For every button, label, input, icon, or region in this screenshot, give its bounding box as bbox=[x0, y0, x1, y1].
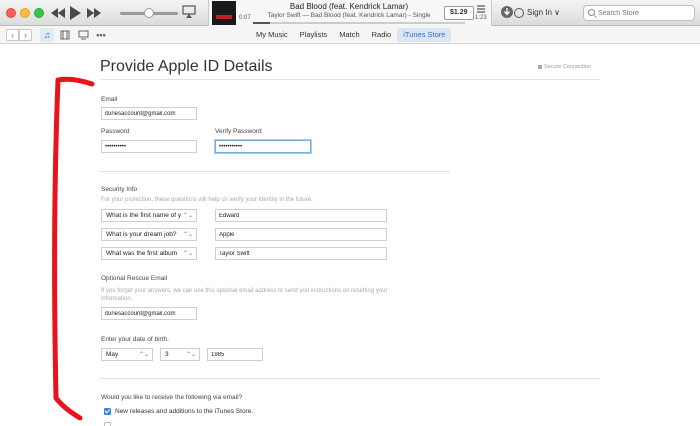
zoom-window-button[interactable] bbox=[34, 8, 44, 18]
security-question-3-select[interactable]: What was the first album ⌃⌄ bbox=[101, 247, 197, 260]
tv-shows-icon[interactable] bbox=[76, 28, 90, 42]
security-question-1-text: What is the first name of y bbox=[106, 212, 182, 219]
new-releases-label: New releases and additions to the iTunes… bbox=[115, 408, 254, 416]
new-releases-checkbox[interactable] bbox=[104, 408, 111, 415]
select-arrows-icon: ⌃⌄ bbox=[185, 352, 196, 358]
volume-knob[interactable] bbox=[144, 8, 154, 18]
song-progress-fill bbox=[253, 22, 270, 24]
divider bbox=[100, 378, 600, 379]
back-button[interactable]: ‹ bbox=[6, 29, 19, 41]
select-arrows-icon: ⌃⌄ bbox=[182, 251, 193, 257]
navigation-bar: ‹ › ♫ ••• My Music Playlists Match Radio… bbox=[0, 26, 700, 44]
tab-itunes-store[interactable]: iTunes Store bbox=[397, 28, 452, 42]
library-tabs: My Music Playlists Match Radio iTunes St… bbox=[250, 28, 452, 42]
minimize-window-button[interactable] bbox=[20, 8, 30, 18]
email-preferences-heading: Would you like to receive the following … bbox=[101, 394, 243, 401]
security-question-3-text: What was the first album bbox=[106, 250, 178, 257]
close-window-button[interactable] bbox=[6, 8, 16, 18]
rescue-email-hint: If you forget your answers, we can use t… bbox=[101, 287, 451, 303]
verify-password-label: Verify Password bbox=[215, 128, 262, 135]
dob-month-text: May bbox=[106, 351, 119, 358]
tab-match[interactable]: Match bbox=[333, 28, 365, 42]
security-question-2-select[interactable]: What is your dream job? ⌃⌄ bbox=[101, 228, 197, 241]
dob-label: Enter your date of birth. bbox=[101, 336, 169, 343]
select-arrows-icon: ⌃⌄ bbox=[182, 213, 193, 219]
fast-forward-icon[interactable] bbox=[86, 3, 102, 23]
dob-month-select[interactable]: May ⌃⌄ bbox=[101, 348, 153, 361]
store-content: Provide Apple ID Details Secure Connecti… bbox=[0, 45, 700, 426]
tab-radio[interactable]: Radio bbox=[366, 28, 398, 42]
security-info-hint: For your protection, these questions wil… bbox=[101, 197, 313, 203]
volume-slider[interactable] bbox=[120, 8, 178, 18]
rescue-email-field[interactable] bbox=[101, 307, 197, 320]
email-field[interactable] bbox=[101, 107, 197, 120]
chevron-down-icon: ∨ bbox=[554, 8, 560, 17]
rescue-hint-line-2: information. bbox=[101, 296, 133, 302]
rewind-icon[interactable] bbox=[50, 3, 66, 23]
second-email-checkbox[interactable] bbox=[104, 422, 111, 426]
page-title: Provide Apple ID Details bbox=[100, 58, 273, 75]
select-arrows-icon: ⌃⌄ bbox=[182, 232, 193, 238]
divider bbox=[100, 171, 450, 172]
divider bbox=[100, 79, 600, 80]
search-store-field[interactable] bbox=[583, 5, 695, 21]
verify-password-field[interactable] bbox=[215, 140, 311, 153]
rescue-hint-line-1: If you forget your answers, we can use t… bbox=[101, 288, 388, 294]
security-answer-2-field[interactable] bbox=[215, 228, 387, 241]
secure-connection-text: Secure Connection bbox=[544, 64, 591, 70]
player-bar: Bad Blood (feat. Kendrick Lamar) Taylor … bbox=[0, 0, 700, 26]
secure-connection-label: Secure Connection bbox=[538, 64, 591, 70]
security-answer-1-field[interactable] bbox=[215, 209, 387, 222]
tab-playlists[interactable]: Playlists bbox=[294, 28, 334, 42]
elapsed-time: 0:07 bbox=[239, 15, 251, 21]
rescue-email-heading: Optional Rescue Email bbox=[101, 275, 168, 282]
email-label: Email bbox=[101, 96, 118, 103]
second-email-option[interactable] bbox=[104, 422, 115, 426]
select-arrows-icon: ⌃⌄ bbox=[138, 352, 149, 358]
forward-button[interactable]: › bbox=[19, 29, 32, 41]
album-art bbox=[212, 1, 236, 25]
security-question-2-text: What is your dream job? bbox=[106, 231, 177, 238]
security-question-1-select[interactable]: What is the first name of y ⌃⌄ bbox=[101, 209, 197, 222]
downloads-icon[interactable] bbox=[500, 5, 514, 19]
sign-in-button[interactable]: Sign In ∨ bbox=[514, 6, 560, 20]
up-next-list-icon[interactable] bbox=[476, 4, 486, 14]
play-icon[interactable] bbox=[68, 3, 82, 23]
search-icon bbox=[588, 9, 595, 16]
song-title: Bad Blood (feat. Kendrick Lamar) bbox=[289, 2, 409, 11]
tab-my-music[interactable]: My Music bbox=[250, 28, 294, 42]
password-label: Password bbox=[101, 128, 130, 135]
remaining-time: -1:23 bbox=[473, 15, 487, 21]
account-icon bbox=[514, 7, 524, 18]
security-info-heading: Security Info bbox=[101, 186, 138, 193]
lock-icon bbox=[538, 64, 542, 69]
movies-film-icon[interactable] bbox=[58, 28, 72, 42]
new-releases-option[interactable]: New releases and additions to the iTunes… bbox=[104, 408, 253, 415]
dob-day-text: 3 bbox=[165, 351, 169, 358]
song-subtitle: Taylor Swift — Bad Blood (feat. Kendrick… bbox=[267, 12, 431, 19]
dob-year-field[interactable] bbox=[207, 348, 263, 361]
search-input[interactable] bbox=[598, 7, 692, 19]
music-note-icon[interactable]: ♫ bbox=[40, 28, 54, 42]
price-button[interactable]: $1.29 bbox=[444, 6, 474, 20]
song-progress-bar[interactable] bbox=[253, 22, 465, 24]
password-field[interactable] bbox=[101, 140, 197, 153]
more-icon[interactable]: ••• bbox=[94, 28, 108, 42]
sign-in-label: Sign In bbox=[527, 8, 552, 17]
security-answer-3-field[interactable] bbox=[215, 247, 387, 260]
airplay-icon[interactable] bbox=[182, 5, 196, 19]
dob-day-select[interactable]: 3 ⌃⌄ bbox=[160, 348, 200, 361]
